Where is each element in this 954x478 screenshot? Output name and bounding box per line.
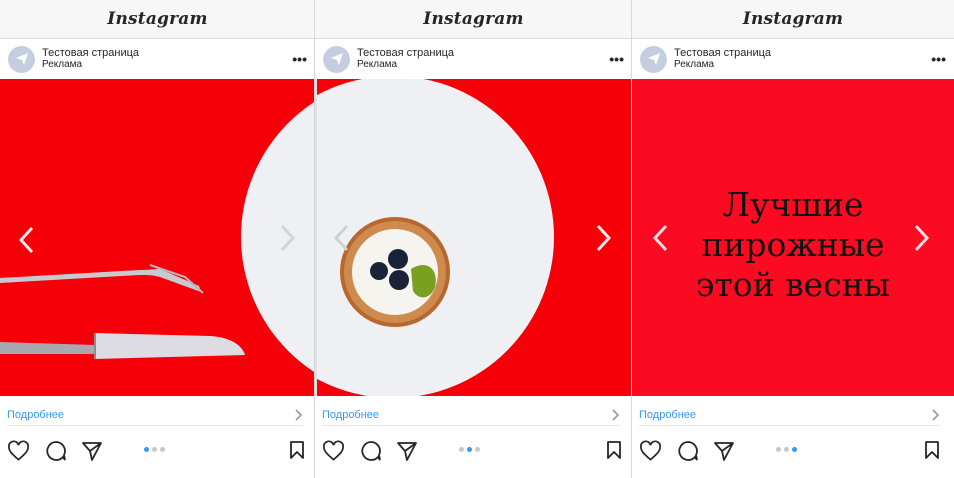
action-bar	[322, 440, 622, 464]
carousel-dots	[776, 447, 797, 452]
post-media[interactable]: Лучшие пирожные этой весны	[632, 79, 954, 396]
account-name[interactable]: Тестовая страница	[357, 47, 454, 59]
share-icon[interactable]	[396, 440, 418, 462]
learn-more-link[interactable]: Подробнее	[322, 409, 379, 421]
account-name[interactable]: Тестовая страница	[674, 47, 771, 59]
account-name[interactable]: Тестовая страница	[42, 47, 139, 59]
heart-icon[interactable]	[322, 440, 345, 462]
bookmark-icon[interactable]	[924, 440, 940, 460]
slide-image-tart	[315, 79, 632, 396]
learn-more-link[interactable]: Подробнее	[7, 409, 64, 421]
phone-frame-2: Instagram Тестовая страница Реклама •••	[315, 0, 632, 478]
comment-icon[interactable]	[677, 440, 699, 462]
avatar-icon	[330, 53, 343, 65]
more-icon[interactable]: •••	[931, 51, 946, 67]
caption-line: пирожные	[701, 225, 885, 264]
post-header: Тестовая страница Реклама •••	[632, 39, 954, 79]
carousel-dot	[784, 447, 789, 452]
carousel-dot	[144, 447, 149, 452]
share-icon[interactable]	[713, 440, 735, 462]
post-header: Тестовая страница Реклама •••	[315, 39, 632, 79]
instagram-logo: Instagram	[742, 9, 844, 29]
chevron-right-icon	[612, 408, 620, 421]
top-bar: Instagram	[315, 0, 632, 39]
post-header: Тестовая страница Реклама •••	[0, 39, 315, 79]
caption-line: этой весны	[696, 265, 890, 304]
carousel-dot	[776, 447, 781, 452]
chevron-right-icon	[932, 408, 940, 421]
carousel-dot	[160, 447, 165, 452]
post-media[interactable]	[0, 79, 315, 396]
avatar[interactable]	[640, 45, 667, 73]
carousel-dot	[467, 447, 472, 452]
share-icon[interactable]	[81, 440, 103, 462]
heart-icon[interactable]	[7, 440, 30, 462]
avatar-icon	[647, 53, 660, 65]
bookmark-icon[interactable]	[606, 440, 622, 460]
comment-icon[interactable]	[45, 440, 67, 462]
sponsored-label: Реклама	[357, 59, 398, 70]
instagram-logo: Instagram	[107, 9, 208, 29]
learn-more-row[interactable]: Подробнее	[639, 404, 940, 426]
carousel-dots	[144, 447, 165, 452]
chevron-right-icon[interactable]	[280, 224, 296, 252]
avatar[interactable]	[8, 45, 35, 73]
learn-more-row[interactable]: Подробнее	[322, 404, 620, 426]
comment-icon[interactable]	[360, 440, 382, 462]
post-media[interactable]	[315, 79, 632, 396]
sponsored-label: Реклама	[42, 59, 83, 70]
carousel-dot	[792, 447, 797, 452]
chevron-left-icon[interactable]	[333, 224, 349, 252]
top-bar: Instagram	[0, 0, 315, 39]
carousel-dots	[459, 447, 480, 452]
carousel-dot	[459, 447, 464, 452]
more-icon[interactable]: •••	[292, 51, 307, 67]
chevron-right-icon[interactable]	[914, 224, 930, 252]
chevron-right-icon[interactable]	[596, 224, 612, 252]
top-bar: Instagram	[632, 0, 954, 39]
chevron-left-icon[interactable]	[18, 226, 34, 254]
avatar[interactable]	[323, 45, 350, 73]
sponsored-label: Реклама	[674, 59, 715, 70]
heart-icon[interactable]	[639, 440, 662, 462]
carousel-dot	[475, 447, 480, 452]
phone-frame-1: Instagram Тестовая страница Реклама ••• …	[0, 0, 315, 478]
action-bar	[639, 440, 940, 464]
more-icon[interactable]: •••	[609, 51, 624, 67]
learn-more-row[interactable]: Подробнее	[7, 404, 303, 426]
learn-more-link[interactable]: Подробнее	[639, 409, 696, 421]
avatar-icon	[15, 53, 28, 65]
instagram-logo: Instagram	[423, 9, 524, 29]
bookmark-icon[interactable]	[289, 440, 305, 460]
chevron-left-icon[interactable]	[652, 224, 668, 252]
carousel-dot	[152, 447, 157, 452]
caption-line: Лучшие	[722, 185, 864, 224]
slide-image-cutlery	[0, 79, 315, 396]
action-bar	[7, 440, 305, 464]
chevron-right-icon	[295, 408, 303, 421]
phone-frame-3: Instagram Тестовая страница Реклама ••• …	[632, 0, 954, 478]
slide-caption: Лучшие пирожные этой весны	[632, 185, 954, 305]
